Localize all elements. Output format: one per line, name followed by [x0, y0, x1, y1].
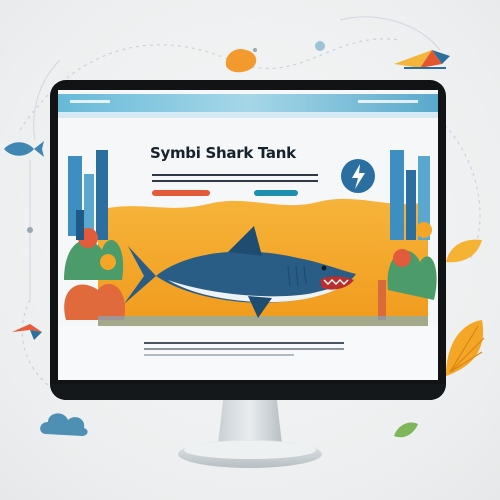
paper-plane-icon: [394, 50, 450, 69]
cloud-icon: [40, 413, 88, 436]
illustration-canvas: Symbi Shark Tank: [0, 0, 500, 500]
monitor-chin: [50, 384, 446, 400]
shell-icon: [446, 320, 485, 376]
leaf-icon: [446, 239, 482, 263]
text-line: [144, 354, 294, 356]
text-line: [152, 174, 318, 176]
text-line: [144, 348, 344, 350]
fish-icon: [4, 141, 44, 157]
monitor-stand: [178, 392, 322, 468]
decor-line: [27, 160, 33, 300]
leaf-icon: [394, 422, 418, 438]
bird-icon: [12, 324, 42, 340]
monitor-screen: [58, 90, 438, 380]
page-title: Symbi Shark Tank: [150, 144, 296, 162]
text-line: [144, 342, 344, 344]
orange-blob: [225, 48, 257, 73]
content-panel: [58, 326, 438, 380]
text-line: [152, 180, 318, 182]
secondary-button[interactable]: [254, 190, 298, 196]
deco-dot: [315, 41, 325, 51]
primary-button[interactable]: [152, 190, 210, 196]
